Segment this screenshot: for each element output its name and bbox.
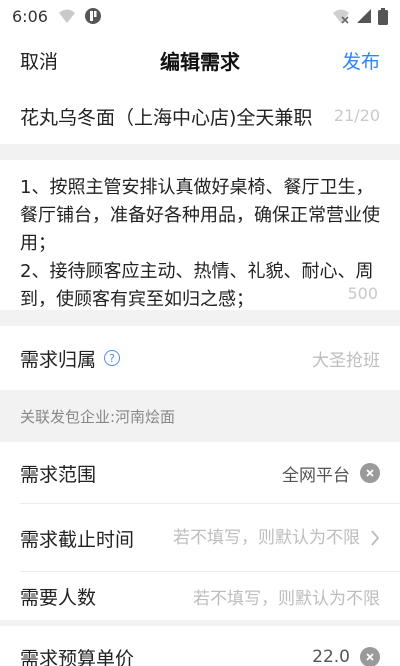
deadline-placeholder: 若不填写，则默认为不限 <box>173 528 360 548</box>
status-time: 6:06 <box>12 6 48 26</box>
cancel-button[interactable]: 取消 <box>20 47 58 74</box>
deadline-value-group: 若不填写，则默认为不限 <box>170 526 380 550</box>
battery-icon <box>378 7 388 25</box>
title-input[interactable]: 花丸乌冬面（上海中心店)全天兼职 <box>20 103 332 130</box>
headcount-row[interactable]: 需要人数 若不填写，则默认为不限 <box>0 572 400 620</box>
budget-label: 需求预算单价 <box>20 647 135 666</box>
related-company-note: 关联发包企业:河南烩面 <box>0 390 400 442</box>
scope-label: 需求范围 <box>20 463 97 486</box>
app-notification-icon <box>84 8 101 24</box>
scope-row[interactable]: 需求范围 全网平台 <box>0 442 400 504</box>
title-field[interactable]: 花丸乌冬面（上海中心店)全天兼职 21/20 <box>0 88 400 144</box>
publish-button[interactable]: 发布 <box>342 47 380 74</box>
description-field[interactable]: 1、按照主管安排认真做好桌椅、餐厅卫生，餐厅铺台，准备好各种用品，确保正常营业使… <box>0 160 400 310</box>
page-title: 编辑需求 <box>160 49 240 74</box>
owner-value: 大圣抢班 <box>312 350 380 371</box>
wifi-question-icon <box>58 9 75 23</box>
help-icon[interactable]: ? <box>104 350 121 366</box>
owner-row[interactable]: 需求归属 ? 大圣抢班 <box>0 326 400 390</box>
description-textarea[interactable]: 1、按照主管安排认真做好桌椅、餐厅卫生，餐厅铺台，准备好各种用品，确保正常营业使… <box>20 174 384 310</box>
owner-label: 需求归属 <box>20 348 97 371</box>
scope-value: 全网平台 <box>282 465 350 486</box>
title-char-count: 21/20 <box>333 106 380 125</box>
deadline-row[interactable]: 需求截止时间 若不填写，则默认为不限 <box>0 504 400 572</box>
headcount-label: 需要人数 <box>20 586 97 609</box>
deadline-label: 需求截止时间 <box>20 528 135 551</box>
budget-row[interactable]: 需求预算单价 22.0 <box>0 626 400 666</box>
scope-value-group: 全网平台 <box>282 461 380 486</box>
description-char-count: 500 <box>347 284 378 303</box>
signal-icon <box>357 9 371 23</box>
navbar: 取消 编辑需求 发布 <box>0 32 400 88</box>
budget-value-group: 22.0 <box>312 647 380 666</box>
headcount-input[interactable]: 若不填写，则默认为不限 <box>193 584 380 609</box>
status-bar: 6:06 <box>0 0 400 32</box>
budget-value[interactable]: 22.0 <box>312 647 350 666</box>
wifi-off-icon <box>333 9 349 24</box>
clear-icon[interactable] <box>360 647 380 666</box>
clear-icon[interactable] <box>360 463 380 483</box>
owner-label-group: 需求归属 ? <box>20 345 121 372</box>
chevron-right-icon <box>371 530 380 546</box>
